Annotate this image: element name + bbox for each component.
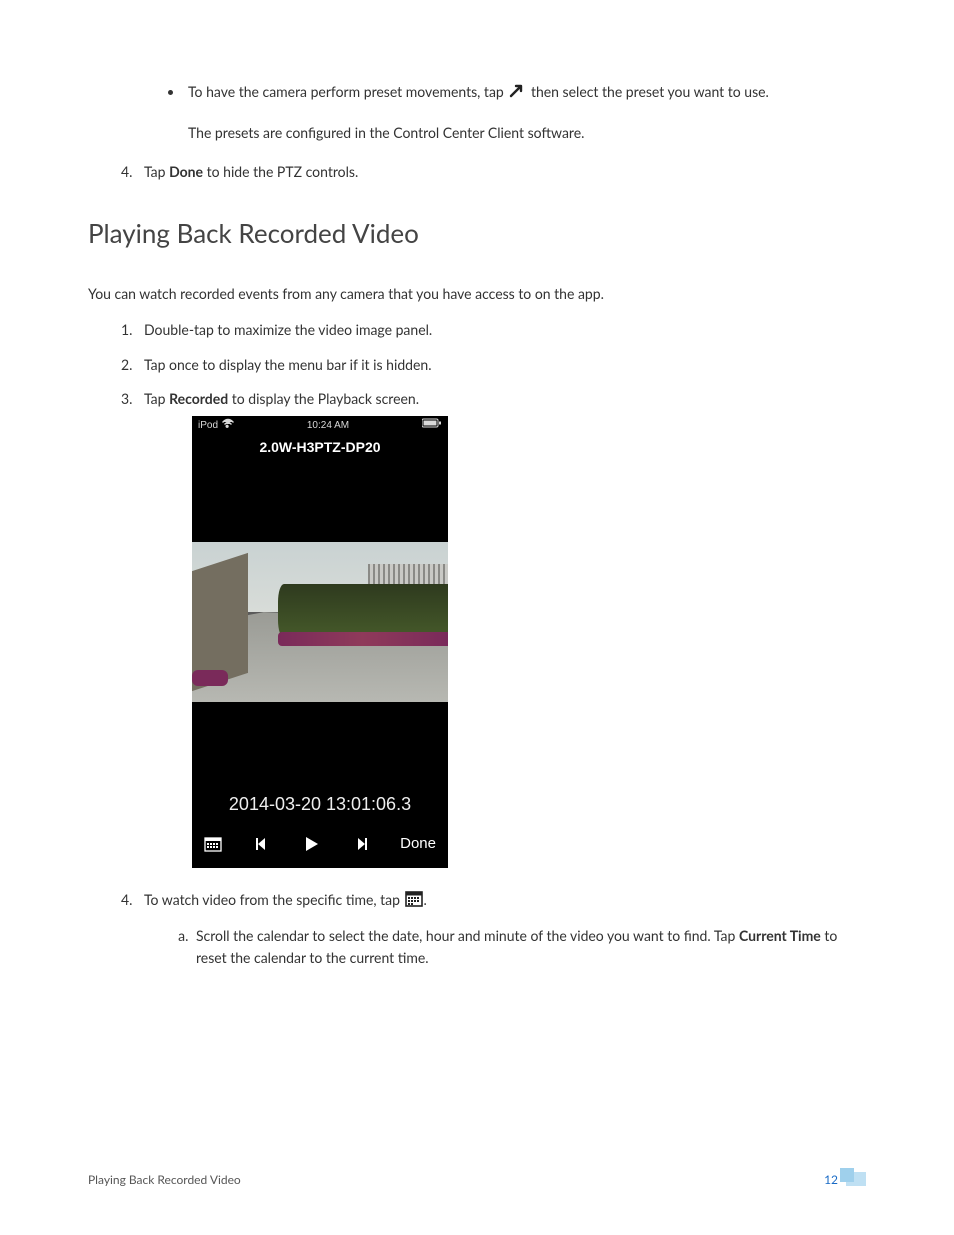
step-forward-icon[interactable] — [353, 836, 369, 852]
step-4-substeps: Scroll the calendar to select the date, … — [144, 925, 866, 970]
playback-toolbar: Done — [192, 826, 448, 868]
status-time: 10:24 AM — [307, 418, 349, 434]
preset-text-before: To have the camera perform preset moveme… — [188, 83, 507, 100]
step-3: Tap Recorded to display the Playback scr… — [136, 388, 866, 868]
step-4a: Scroll the calendar to select the date, … — [192, 925, 866, 970]
page-footer: Playing Back Recorded Video 12 — [88, 1170, 866, 1189]
footer-title: Playing Back Recorded Video — [88, 1170, 241, 1189]
playback-steps: Double-tap to maximize the video image p… — [88, 319, 866, 969]
done-button[interactable]: Done — [400, 832, 436, 856]
calendar-icon-inline — [404, 888, 424, 914]
preset-subtext: The presets are configured in the Contro… — [188, 122, 866, 144]
play-icon[interactable] — [301, 834, 321, 854]
video-frame — [192, 542, 448, 702]
playback-screenshot: iPod 10:24 AM — [192, 416, 448, 868]
footer-logo-icon — [846, 1172, 866, 1186]
preset-text-after: then select the preset you want to use. — [531, 83, 769, 100]
step-2: Tap once to display the menu bar if it i… — [136, 354, 866, 376]
status-carrier: iPod — [198, 418, 218, 434]
calendar-icon[interactable] — [204, 835, 222, 853]
status-bar: iPod 10:24 AM — [192, 416, 448, 434]
preset-arrow-icon — [507, 80, 527, 106]
playback-timestamp: 2014-03-20 13:01:06.3 — [192, 780, 448, 827]
camera-title: 2.0W-H3PTZ-DP20 — [192, 434, 448, 464]
video-area — [192, 465, 448, 780]
step-4: To watch video from the specific time, t… — [136, 888, 866, 969]
step-back-icon[interactable] — [254, 836, 270, 852]
prior-step-list: Tap Done to hide the PTZ controls. — [88, 161, 866, 183]
wifi-icon — [222, 418, 234, 434]
page-number: 12 — [824, 1170, 838, 1189]
section-heading: Playing Back Recorded Video — [88, 213, 866, 255]
intro-paragraph: You can watch recorded events from any c… — [88, 283, 866, 305]
step-1: Double-tap to maximize the video image p… — [136, 319, 866, 341]
preset-bullet: To have the camera perform preset moveme… — [184, 80, 866, 145]
preset-bullet-list: To have the camera perform preset moveme… — [88, 80, 866, 145]
step-done-ptz: Tap Done to hide the PTZ controls. — [136, 161, 866, 183]
battery-icon — [422, 418, 442, 434]
